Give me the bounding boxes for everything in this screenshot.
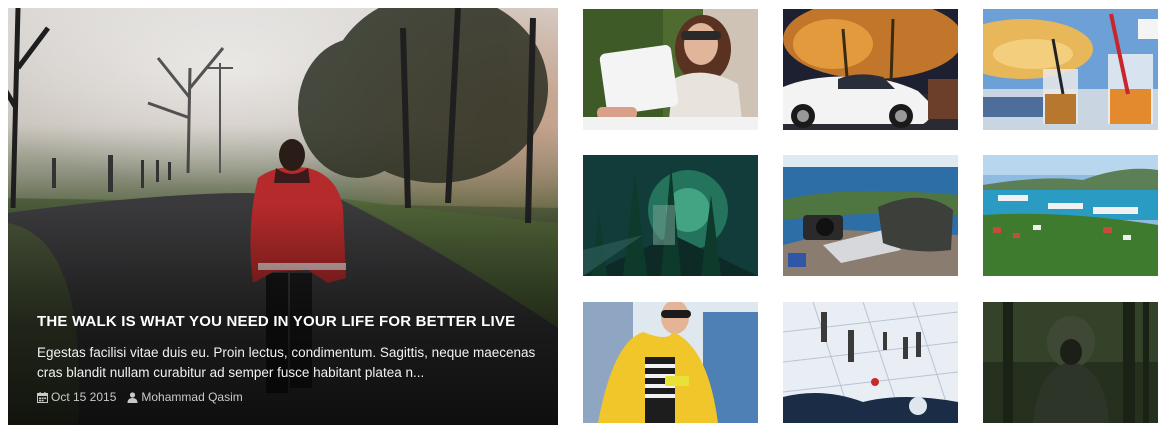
- fantasy-forest-illustration: [583, 155, 758, 276]
- post-excerpt: Egestas facilisi vitae duis eu. Proin le…: [37, 345, 536, 380]
- hooded-figure-forest-photo: [983, 302, 1158, 423]
- calendar-icon: [37, 391, 48, 403]
- thumbnail-miniature-game[interactable]: [783, 302, 958, 423]
- thumbnail-hooded-figure[interactable]: [983, 302, 1158, 423]
- cocktail-drinks-beach-photo: [983, 9, 1158, 130]
- thumbnail-cocktails[interactable]: [983, 9, 1158, 130]
- woman-with-tablet-photo: [583, 9, 758, 130]
- thumbnail-woman-yellow-jacket[interactable]: [583, 302, 758, 423]
- thumbnail-cruise-harbor[interactable]: [983, 155, 1158, 276]
- cruise-ships-harbor-photo: [983, 155, 1158, 276]
- post-title[interactable]: THE WALK IS WHAT YOU NEED IN YOUR LIFE F…: [37, 311, 537, 333]
- thumbnail-sports-car[interactable]: [783, 9, 958, 130]
- thumbnail-fantasy-forest[interactable]: [583, 155, 758, 276]
- post-date-text: Oct 15 2015: [51, 390, 117, 404]
- thumbnail-camera-laptop[interactable]: [783, 155, 958, 276]
- miniature-game-board-photo: [783, 302, 958, 423]
- user-icon: [127, 391, 138, 403]
- post-date: Oct 15 2015: [37, 390, 116, 404]
- featured-post-content: THE WALK IS WHAT YOU NEED IN YOUR LIFE F…: [37, 311, 537, 404]
- camera-laptop-coast-photo: [783, 155, 958, 276]
- white-sports-car-palms-photo: [783, 9, 958, 130]
- post-author-text: Mohammad Qasim: [141, 390, 243, 404]
- woman-yellow-jacket-phone-photo: [583, 302, 758, 423]
- post-author[interactable]: Mohammad Qasim: [127, 390, 243, 404]
- post-meta: Oct 15 2015 Mohammad Qasim: [37, 390, 537, 404]
- featured-post[interactable]: THE WALK IS WHAT YOU NEED IN YOUR LIFE F…: [8, 8, 558, 425]
- thumbnail-woman-with-tablet[interactable]: [583, 9, 758, 130]
